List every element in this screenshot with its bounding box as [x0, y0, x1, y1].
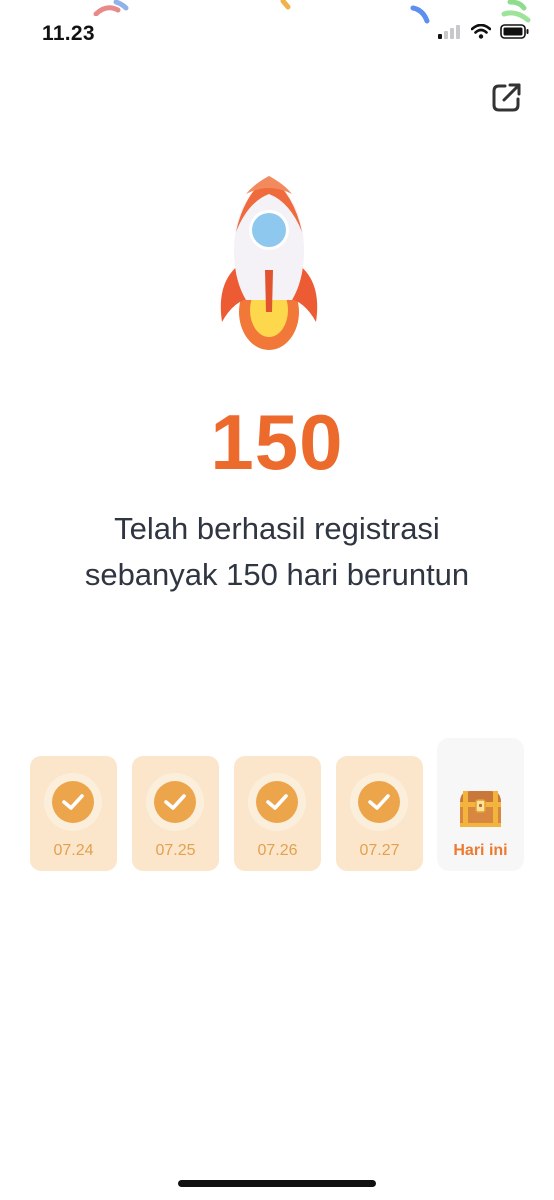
external-share-icon	[492, 83, 521, 112]
streak-message: Telah berhasil registrasi sebanyak 150 h…	[20, 506, 534, 598]
day-date: 07.24	[53, 842, 94, 859]
day-card-0726[interactable]: 07.26	[234, 756, 321, 871]
day-date: 07.25	[155, 842, 196, 859]
confetti-decoration	[280, 0, 291, 10]
check-icon	[52, 781, 94, 823]
check-icon	[154, 781, 196, 823]
day-card-0727[interactable]: 07.27	[336, 756, 423, 871]
status-time: 11.23	[42, 22, 95, 45]
home-indicator[interactable]	[178, 1180, 376, 1187]
share-button[interactable]	[490, 80, 524, 114]
status-icons	[438, 24, 530, 39]
cellular-signal-icon	[438, 24, 460, 39]
battery-icon	[500, 24, 529, 39]
today-label: Hari ini	[453, 842, 508, 859]
check-icon	[256, 781, 298, 823]
treasure-chest-icon	[460, 791, 501, 827]
wifi-icon	[471, 24, 491, 39]
confetti-decoration	[410, 5, 430, 24]
streak-message-line2: sebanyak 150 hari beruntun	[84, 557, 470, 592]
rocket-icon	[220, 176, 318, 350]
day-card-0724[interactable]: 07.24	[30, 756, 117, 871]
day-date: 07.26	[257, 842, 298, 859]
day-date: 07.27	[359, 842, 400, 859]
check-icon	[358, 781, 400, 823]
checkin-days: 07.24 07.25 07.26 07.27 Hari ini	[30, 738, 524, 872]
streak-count: 150	[210, 398, 344, 486]
rocket-illustration	[212, 172, 342, 354]
today-card[interactable]: Hari ini	[437, 738, 524, 871]
confetti-decoration	[93, 0, 129, 16]
streak-message-line1: Telah berhasil registrasi	[114, 511, 440, 546]
confetti-decoration	[501, 0, 531, 23]
status-bar: 11.23	[0, 0, 554, 64]
day-card-0725[interactable]: 07.25	[132, 756, 219, 871]
